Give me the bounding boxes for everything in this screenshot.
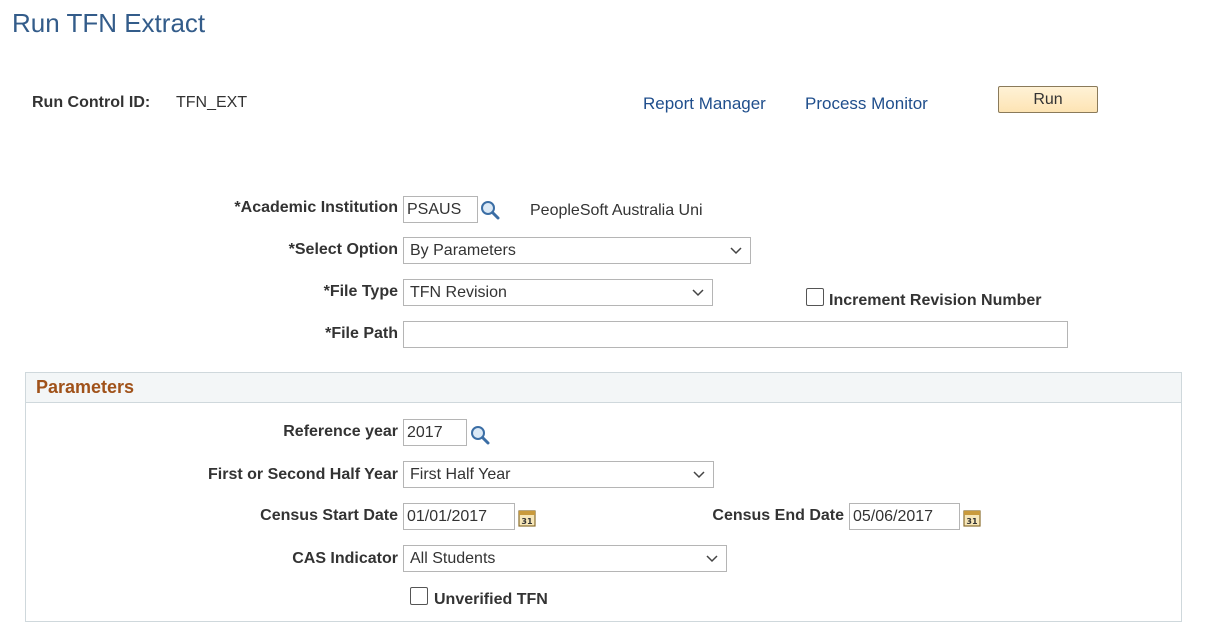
census-end-input[interactable]: 05/06/2017 bbox=[849, 503, 960, 530]
institution-description: PeopleSoft Australia Uni bbox=[530, 202, 703, 219]
institution-lookup-icon[interactable] bbox=[480, 200, 500, 225]
parameters-header: Parameters bbox=[26, 373, 1181, 403]
file-type-value: TFN Revision bbox=[410, 284, 507, 301]
increment-revision-label: Increment Revision Number bbox=[829, 292, 1042, 309]
chevron-down-icon bbox=[692, 289, 704, 297]
census-start-input[interactable]: 01/01/2017 bbox=[403, 503, 515, 530]
reference-year-lookup-icon[interactable] bbox=[470, 425, 490, 450]
file-type-dropdown[interactable]: TFN Revision bbox=[403, 279, 713, 306]
reference-year-label: Reference year bbox=[283, 423, 398, 440]
magnifier-icon bbox=[481, 201, 500, 220]
select-option-label: *Select Option bbox=[288, 241, 398, 258]
svg-text:31: 31 bbox=[966, 517, 978, 526]
svg-text:31: 31 bbox=[521, 517, 533, 526]
parameters-group: Parameters bbox=[25, 372, 1182, 622]
census-start-label: Census Start Date bbox=[260, 507, 398, 524]
calendar-icon: 31 bbox=[963, 510, 981, 527]
parameters-title: Parameters bbox=[36, 377, 135, 397]
calendar-icon: 31 bbox=[518, 510, 536, 527]
institution-label: *Academic Institution bbox=[234, 199, 398, 216]
unverified-tfn-checkbox[interactable] bbox=[410, 587, 428, 605]
half-year-dropdown[interactable]: First Half Year bbox=[403, 461, 714, 488]
half-year-value: First Half Year bbox=[410, 466, 511, 483]
cas-indicator-value: All Students bbox=[410, 550, 496, 567]
institution-input[interactable]: PSAUS bbox=[403, 196, 478, 223]
chevron-down-icon bbox=[730, 247, 742, 255]
file-type-label: *File Type bbox=[323, 283, 398, 300]
report-manager-link[interactable]: Report Manager bbox=[643, 94, 766, 114]
census-end-calendar-icon[interactable]: 31 bbox=[962, 508, 982, 533]
magnifier-icon bbox=[471, 426, 490, 445]
half-year-label: First or Second Half Year bbox=[208, 466, 398, 483]
unverified-tfn-label: Unverified TFN bbox=[434, 591, 548, 608]
census-end-label: Census End Date bbox=[712, 507, 844, 524]
file-path-label: *File Path bbox=[325, 325, 398, 342]
census-start-calendar-icon[interactable]: 31 bbox=[517, 508, 537, 533]
increment-revision-checkbox[interactable] bbox=[806, 288, 824, 306]
page-title: Run TFN Extract bbox=[12, 8, 206, 38]
process-monitor-link[interactable]: Process Monitor bbox=[805, 94, 928, 114]
cas-indicator-label: CAS Indicator bbox=[292, 550, 398, 567]
reference-year-input[interactable]: 2017 bbox=[403, 419, 467, 446]
run-control-label: Run Control ID: bbox=[32, 94, 151, 111]
cas-indicator-dropdown[interactable]: All Students bbox=[403, 545, 727, 572]
select-option-dropdown[interactable]: By Parameters bbox=[403, 237, 751, 264]
run-control-value: TFN_EXT bbox=[176, 94, 248, 111]
chevron-down-icon bbox=[706, 555, 718, 563]
file-path-input[interactable] bbox=[403, 321, 1068, 348]
chevron-down-icon bbox=[693, 471, 705, 479]
select-option-value: By Parameters bbox=[410, 242, 516, 259]
run-button[interactable]: Run bbox=[998, 86, 1098, 113]
